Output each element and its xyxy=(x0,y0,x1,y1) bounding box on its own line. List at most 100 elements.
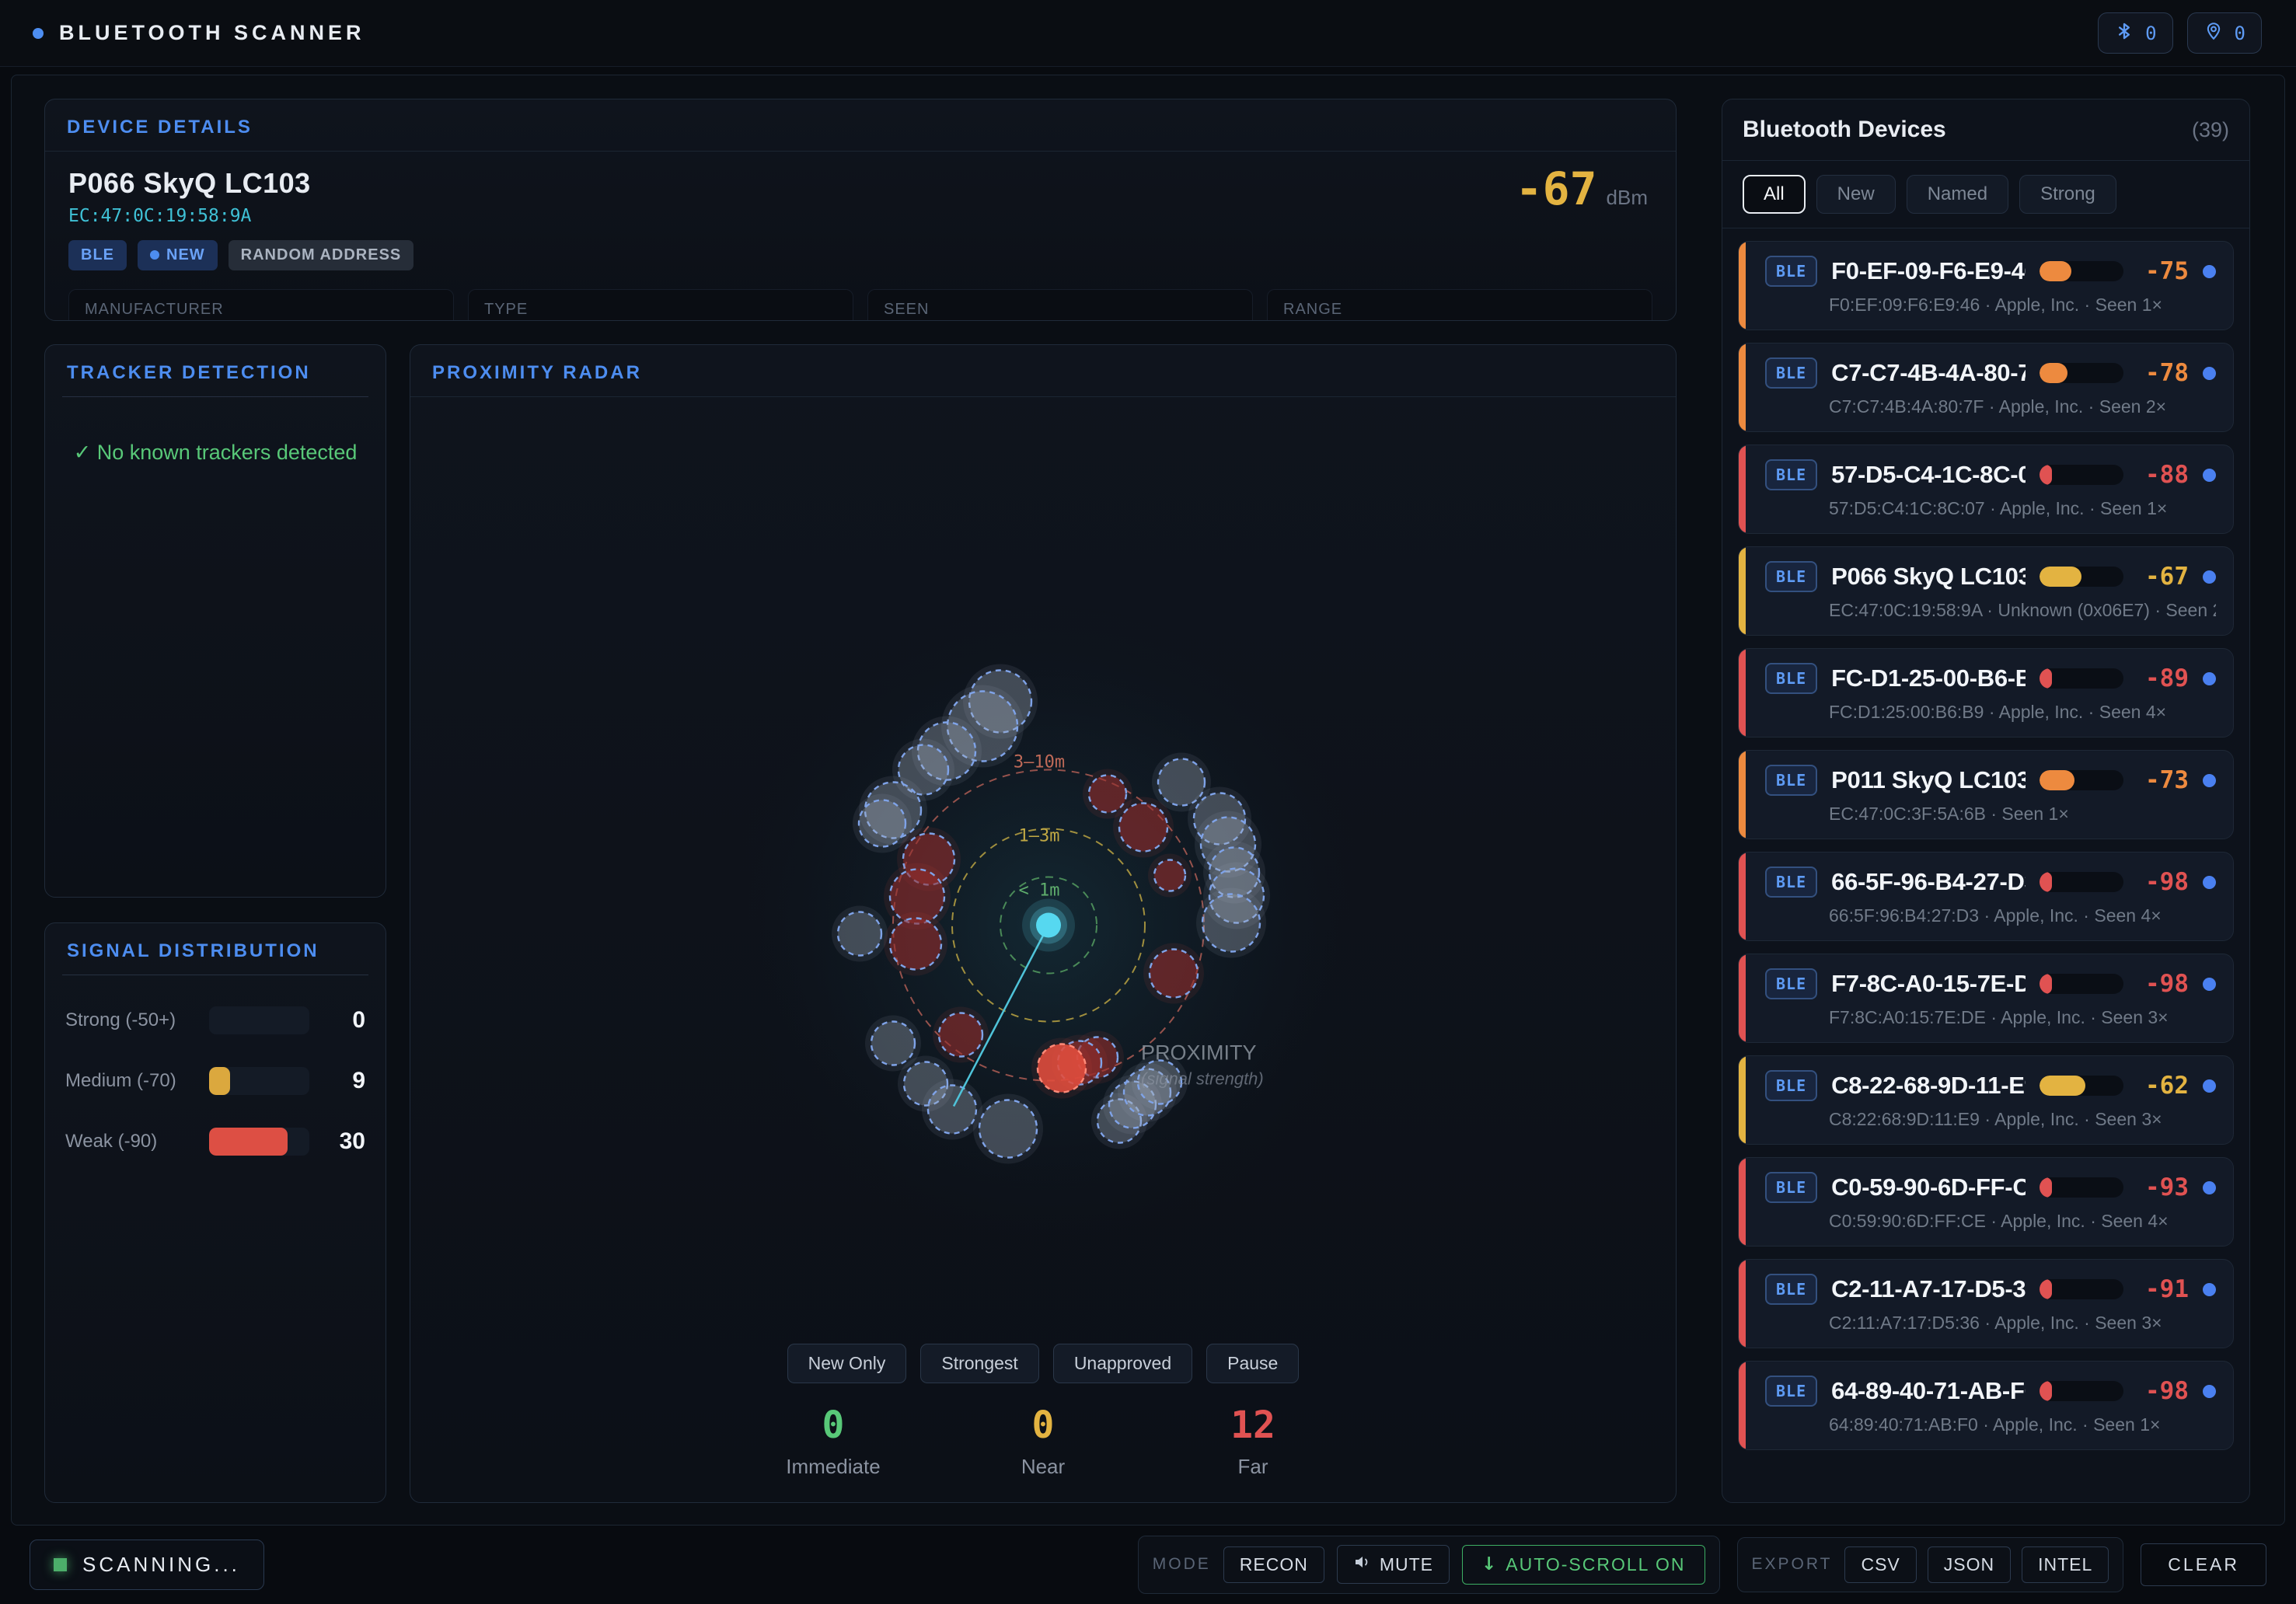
signal-accent-bar xyxy=(1739,445,1746,533)
radar-device-dot xyxy=(859,800,905,847)
proximity-count-label: Immediate xyxy=(775,1455,892,1479)
device-card[interactable]: BLEF0-EF-09-F6-E9-46-75 F0:EF:09:F6:E9:46… xyxy=(1738,241,2234,330)
radar-visualization[interactable]: < 1m1–3m3–10mPROXIMITY(signal strength) xyxy=(410,397,1676,1341)
device-card[interactable]: BLEFC-D1-25-00-B6-B9-89FC:D1:25:00:B6:B9… xyxy=(1738,648,2234,737)
signal-distribution-row: Strong (-50+) 0 xyxy=(65,1006,365,1034)
brand-dot-icon xyxy=(33,28,44,39)
device-card[interactable]: BLE66-5F-96-B4-27-D3-9866:5F:96:B4:27:D3… xyxy=(1738,852,2234,941)
device-rssi: -93 xyxy=(2137,1173,2189,1201)
signal-accent-bar xyxy=(1739,853,1746,940)
sidebar-title: Bluetooth Devices xyxy=(1743,117,1946,143)
radar-device-dot xyxy=(1119,804,1167,852)
signal-strength-fill xyxy=(2040,1279,2052,1299)
app-header: BLUETOOTH SCANNER 0 0 xyxy=(0,0,2296,67)
brand: BLUETOOTH SCANNER xyxy=(33,21,365,45)
radar-device-dot xyxy=(939,1013,982,1057)
detail-fields: MANUFACTURER--TYPErandomSEEN1×RANGEunkno… xyxy=(68,289,1652,321)
selected-device-mac: EC:47:0C:19:58:9A xyxy=(68,206,1652,226)
signal-bucket-count: 0 xyxy=(309,1007,365,1034)
device-card[interactable]: BLEP011 SkyQ LC103-73EC:47:0C:3F:5A:6B ·… xyxy=(1738,750,2234,839)
radar-filter-new-only[interactable]: New Only xyxy=(787,1344,907,1383)
proximity-count-value: 0 xyxy=(775,1404,892,1447)
device-card-main-row: BLEF0-EF-09-F6-E9-46-75 xyxy=(1765,256,2216,287)
signal-strength-fill xyxy=(2040,261,2071,281)
ble-badge: BLE xyxy=(68,240,127,270)
device-name: P066 SkyQ LC103 xyxy=(1831,563,2026,591)
export-csv-button[interactable]: CSV xyxy=(1844,1546,1916,1583)
export-label: EXPORT xyxy=(1752,1555,1833,1574)
device-card[interactable]: BLE57-D5-C4-1C-8C-07-8857:D5:C4:1C:8C:07… xyxy=(1738,445,2234,534)
device-list[interactable]: BLEF0-EF-09-F6-E9-46-75 F0:EF:09:F6:E9:46… xyxy=(1722,228,2249,1502)
ble-badge: BLE xyxy=(1765,1274,1817,1305)
export-json-button[interactable]: JSON xyxy=(1928,1546,2011,1583)
device-card-main-row: BLEC2-11-A7-17-D5-36-91 xyxy=(1765,1274,2216,1305)
detail-field: MANUFACTURER-- xyxy=(68,289,454,321)
radar-ring-label-2: 3–10m xyxy=(1014,753,1065,772)
sidebar-filter-named[interactable]: Named xyxy=(1907,175,2008,214)
sidebar-filter-strong[interactable]: Strong xyxy=(2019,175,2116,214)
signal-bucket-label: Medium (-70) xyxy=(65,1070,209,1092)
mute-button[interactable]: MUTE xyxy=(1337,1545,1450,1584)
device-card[interactable]: BLEF7-8C-A0-15-7E-DE-98F7:8C:A0:15:7E:DE… xyxy=(1738,954,2234,1043)
tracker-status-text: No known trackers detected xyxy=(97,441,358,464)
device-card[interactable]: BLEP066 SkyQ LC103-67EC:47:0C:19:58:9A ·… xyxy=(1738,546,2234,636)
sidebar-filter-new[interactable]: New xyxy=(1816,175,1896,214)
device-subtitle: C7:C7:4B:4A:80:7F · Apple, Inc. · Seen 2… xyxy=(1829,396,2216,417)
radar-watermark-title: PROXIMITY xyxy=(1141,1041,1257,1065)
device-card-main-row: BLEP011 SkyQ LC103-73 xyxy=(1765,765,2216,796)
tracker-detection-panel: TRACKER DETECTION ✓ No known trackers de… xyxy=(44,344,386,898)
radar-device-dot xyxy=(1154,860,1185,891)
mode-recon-button[interactable]: RECON xyxy=(1223,1546,1324,1583)
device-status-dot xyxy=(2203,978,2216,991)
export-intel-button[interactable]: INTEL xyxy=(2022,1546,2109,1583)
signal-strength-fill xyxy=(2040,1076,2085,1096)
signal-accent-bar xyxy=(1739,1158,1746,1246)
bluetooth-icon xyxy=(2114,21,2134,45)
sidebar-filter-all[interactable]: All xyxy=(1743,175,1806,214)
signal-rows: Strong (-50+)0Medium (-70)9Weak (-90)30 xyxy=(45,975,386,1187)
ble-badge: BLE xyxy=(1765,1172,1817,1203)
signal-strength-fill xyxy=(2040,567,2081,587)
new-badge: NEW xyxy=(138,240,218,270)
device-card[interactable]: BLEC2-11-A7-17-D5-36-91C2:11:A7:17:D5:36… xyxy=(1738,1259,2234,1348)
radar-filter-unapproved[interactable]: Unapproved xyxy=(1053,1344,1192,1383)
scanning-indicator-icon xyxy=(54,1558,67,1571)
badge-row: BLE NEW RANDOM ADDRESS xyxy=(68,240,1652,270)
device-subtitle: F0:EF:09:F6:E9:46 · Apple, Inc. · Seen 1… xyxy=(1829,295,2216,316)
device-card[interactable]: BLE64-89-40-71-AB-F0-9864:89:40:71:AB:F0… xyxy=(1738,1361,2234,1450)
radar-filter-pause[interactable]: Pause xyxy=(1206,1344,1299,1383)
device-status-dot xyxy=(2203,265,2216,278)
radar-stage[interactable]: < 1m1–3m3–10mPROXIMITY(signal strength) xyxy=(410,397,1676,1341)
device-subtitle: 57:D5:C4:1C:8C:07 · Apple, Inc. · Seen 1… xyxy=(1829,498,2216,519)
proximity-count-value: 0 xyxy=(985,1404,1101,1447)
device-card[interactable]: BLEC8-22-68-9D-11-E9-62C8:22:68:9D:11:E9… xyxy=(1738,1055,2234,1145)
radar-watermark-subtitle: (signal strength) xyxy=(1141,1069,1264,1089)
signal-strength-fill xyxy=(2040,872,2052,892)
radar-device-dot xyxy=(871,1022,915,1065)
device-card-main-row: BLEC7-C7-4B-4A-80-7F-78 xyxy=(1765,357,2216,389)
device-name: P011 SkyQ LC103 xyxy=(1831,766,2026,794)
signal-strength-bar xyxy=(2040,1381,2123,1401)
radar-filter-strongest[interactable]: Strongest xyxy=(920,1344,1038,1383)
device-rssi: -98 xyxy=(2137,1377,2189,1405)
device-card-main-row: BLEFC-D1-25-00-B6-B9-89 xyxy=(1765,663,2216,694)
field-label: RANGE xyxy=(1283,301,1636,319)
signal-accent-bar xyxy=(1739,649,1746,737)
clear-button[interactable]: CLEAR xyxy=(2141,1543,2266,1586)
proximity-radar-title: PROXIMITY RADAR xyxy=(410,345,1676,397)
scanning-label: SCANNING... xyxy=(82,1553,240,1577)
footer-controls: MODE RECON MUTE ↓ AUTO-SCROLL ON EXPORT … xyxy=(1138,1536,2266,1594)
ble-badge: BLE xyxy=(1765,663,1817,694)
device-card[interactable]: BLEC7-C7-4B-4A-80-7F-78 C7:C7:4B:4A:80:7F… xyxy=(1738,343,2234,432)
ble-badge: BLE xyxy=(1765,1070,1817,1101)
bluetooth-count-chip[interactable]: 0 xyxy=(2098,12,2172,54)
auto-scroll-toggle[interactable]: ↓ AUTO-SCROLL ON xyxy=(1462,1545,1705,1585)
device-status-dot xyxy=(2203,876,2216,889)
device-card[interactable]: BLEC0-59-90-6D-FF-CE-93C0:59:90:6D:FF:CE… xyxy=(1738,1157,2234,1247)
location-count-chip[interactable]: 0 xyxy=(2187,12,2262,54)
signal-bucket-label: Strong (-50+) xyxy=(65,1009,209,1031)
ble-badge: BLE xyxy=(1765,968,1817,999)
device-rssi: -88 xyxy=(2137,461,2189,489)
device-rssi: -91 xyxy=(2137,1275,2189,1303)
field-label: MANUFACTURER xyxy=(85,301,438,319)
